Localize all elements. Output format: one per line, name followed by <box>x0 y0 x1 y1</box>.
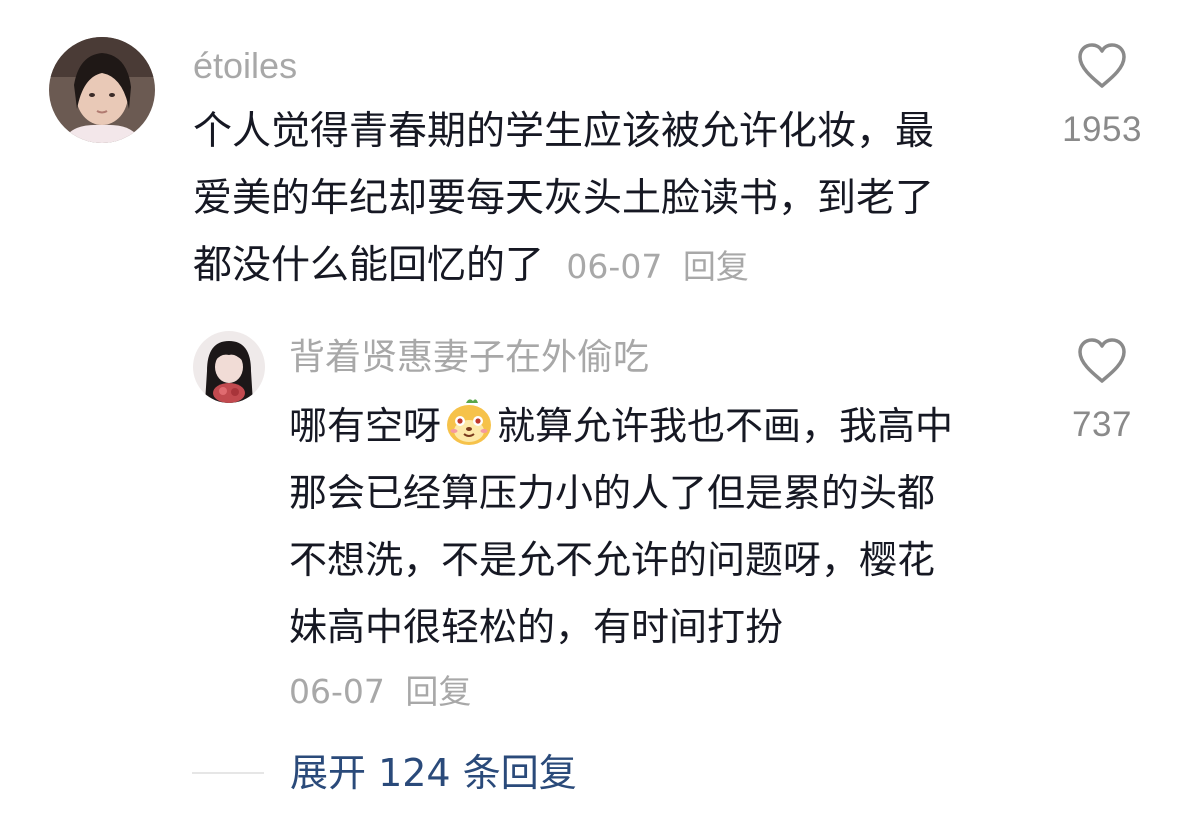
commenter-avatar[interactable] <box>49 37 155 143</box>
comment-text-line: 爱美的年纪却要每天灰头土脸读书，到老了 <box>193 176 935 221</box>
reply-meta: 06-07 回复 <box>289 672 471 712</box>
replier-avatar[interactable] <box>193 331 265 403</box>
comment-text-line: 都没什么能回忆的了 <box>193 243 545 288</box>
reply-text: 哪有空呀 就算允许我也不画，我高中 那会已经算压力小的人了但是累的头都 不想洗，… <box>289 393 1029 661</box>
reply-reply-button[interactable]: 回复 <box>405 672 471 711</box>
comment-date: 06-07 <box>566 247 663 286</box>
expand-replies-button[interactable]: 展开 124 条回复 <box>192 745 577 801</box>
heart-icon[interactable] <box>1076 42 1128 90</box>
comment-text: 个人觉得青春期的学生应该被允许化妆，最 爱美的年纪却要每天灰头土脸读书，到老了 … <box>193 98 1013 300</box>
replier-username[interactable]: 背着贤惠妻子在外偷吃 <box>289 340 649 376</box>
divider-line <box>192 772 264 774</box>
comment-meta: 06-07 回复 <box>566 247 748 286</box>
reply-date: 06-07 <box>289 672 385 711</box>
heart-icon[interactable] <box>1076 337 1128 385</box>
like-count: 1953 <box>1062 110 1142 149</box>
reply-text-line: 不想洗，不是允不允许的问题呀，樱花 <box>289 538 936 582</box>
reply-text-segment: 哪有空呀 <box>289 404 442 448</box>
expand-replies-label[interactable]: 展开 124 条回复 <box>290 754 577 792</box>
reply-button[interactable]: 回复 <box>683 247 749 286</box>
smug-face-emoji-icon <box>447 399 492 445</box>
comment-like[interactable]: 1953 <box>1060 42 1144 147</box>
like-count: 737 <box>1072 405 1132 444</box>
reply-like[interactable]: 737 <box>1060 337 1144 442</box>
reply-text-line: 妹高中很轻松的，有时间打扮 <box>289 605 784 649</box>
reply-text-line: 那会已经算压力小的人了但是累的头都 <box>289 471 936 515</box>
reply-text-segment: 就算允许我也不画，我高中 <box>497 404 954 448</box>
comment-text-line: 个人觉得青春期的学生应该被允许化妆，最 <box>193 109 935 154</box>
commenter-username[interactable]: étoiles <box>193 48 297 84</box>
